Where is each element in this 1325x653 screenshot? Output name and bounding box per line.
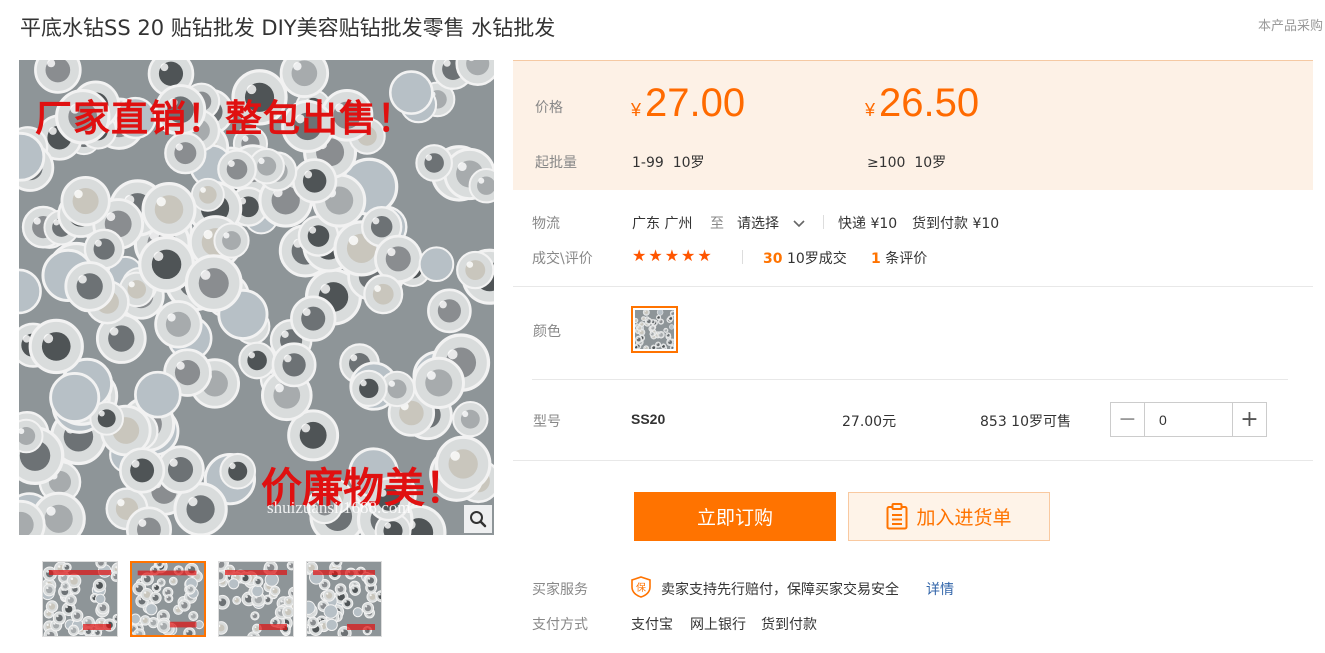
tier1-price-amount: 27.00 — [645, 81, 746, 125]
thumbnail-strip — [42, 561, 382, 637]
currency-symbol: ¥ — [865, 100, 876, 120]
tier1-range: 1-99 10罗 — [632, 152, 705, 172]
quantity-increment-button[interactable]: + — [1232, 403, 1266, 436]
main-product-image[interactable]: 厂家直销！整包出售！ 价廉物美！ shuizuansi.1688.com — [19, 60, 494, 535]
purchase-link[interactable]: 本产品采购 — [1258, 15, 1323, 34]
review-summary[interactable]: 1 条评价 — [871, 248, 927, 268]
star-icon: ★ — [681, 246, 698, 265]
thumbnail-2[interactable] — [130, 561, 206, 637]
deals-text: 10罗成交 — [786, 251, 847, 267]
reviews-label: 成交\评价 — [532, 251, 593, 267]
destination-select-value: 请选择 — [737, 216, 779, 232]
deals-summary[interactable]: 30 10罗成交 — [763, 248, 847, 268]
buy-now-button[interactable]: 立即订购 — [634, 492, 836, 541]
color-label: 颜色 — [533, 324, 561, 340]
service-label: 买家服务 — [532, 582, 588, 598]
express-fee: 快递 ¥10 — [838, 216, 898, 232]
sku-stock: 853 10罗可售 — [980, 414, 1071, 430]
color-swatch[interactable] — [631, 306, 678, 353]
model-name: SS20 — [631, 411, 666, 427]
logistics-label: 物流 — [532, 216, 560, 232]
payment-label: 支付方式 — [532, 617, 588, 633]
divider — [742, 250, 743, 264]
tier2-price-amount: 26.50 — [879, 81, 980, 125]
color-swatch-image — [635, 310, 674, 349]
currency-symbol: ¥ — [631, 100, 642, 120]
image-watermark: shuizuansi.1688.com — [267, 498, 411, 517]
star-icon: ★ — [648, 246, 665, 265]
rating-stars[interactable]: ★★★★★ — [632, 246, 714, 265]
service-text: 卖家支持先行赔付，保障买家交易安全 — [661, 582, 899, 598]
logistics-to: 至 — [710, 216, 724, 232]
sku-price: 27.00元 — [842, 414, 897, 430]
tier2-price: ¥26.50 — [865, 81, 979, 126]
tier1-unit: 10罗 — [672, 155, 705, 171]
logistics-origin: 广东 广州 — [632, 216, 693, 232]
star-icon: ★ — [664, 246, 682, 265]
tier2-unit: 10罗 — [914, 155, 947, 171]
zoom-icon[interactable] — [464, 505, 492, 533]
payment-method-bank: 网上银行 — [690, 617, 746, 633]
deals-count: 30 — [763, 251, 783, 267]
tier1-range-value: 1-99 — [632, 155, 664, 171]
product-title: 平底水钻SS 20 贴钻批发 DIY美容贴钻批发零售 水钻批发 — [20, 16, 556, 40]
image-overlay-text-top: 厂家直销！整包出售！ — [35, 97, 415, 140]
price-panel: 价格 ¥27.00 ¥26.50 起批量 1-99 10罗 ≥100 10罗 — [513, 60, 1313, 190]
service-details-link[interactable]: 详情 — [926, 579, 954, 599]
section-divider — [532, 379, 1288, 380]
clipboard-icon — [886, 503, 908, 530]
quantity-input[interactable] — [1145, 403, 1232, 436]
quantity-stepper: − + — [1110, 402, 1267, 437]
price-label: 价格 — [535, 100, 563, 116]
shield-badge-text: 保 — [636, 581, 646, 594]
model-label: 型号 — [533, 414, 561, 430]
shield-icon: 保 — [631, 576, 651, 598]
tier1-price: ¥27.00 — [631, 81, 745, 126]
thumbnail-1[interactable] — [42, 561, 118, 637]
payment-method-cod: 货到付款 — [761, 617, 817, 633]
cod-fee: 货到付款 ¥10 — [912, 216, 1000, 232]
tier2-range-value: ≥100 — [867, 155, 906, 171]
add-to-cart-label: 加入进货单 — [916, 507, 1012, 529]
star-icon: ★ — [632, 246, 649, 265]
star-icon: ★ — [697, 246, 714, 265]
section-divider — [513, 286, 1313, 287]
review-count: 1 — [871, 251, 881, 267]
add-to-cart-button[interactable]: 加入进货单 — [848, 492, 1050, 541]
section-divider — [513, 460, 1313, 461]
chevron-down-icon — [793, 220, 806, 228]
quantity-decrement-button[interactable]: − — [1111, 403, 1145, 436]
payment-method-alipay: 支付宝 — [631, 617, 673, 633]
tier2-range: ≥100 10罗 — [867, 152, 946, 172]
moq-label: 起批量 — [535, 155, 577, 171]
thumbnail-3[interactable] — [218, 561, 294, 637]
divider — [823, 215, 824, 229]
destination-select[interactable]: 请选择 — [737, 213, 806, 233]
review-text: 条评价 — [885, 251, 928, 267]
thumbnail-4[interactable] — [306, 561, 382, 637]
